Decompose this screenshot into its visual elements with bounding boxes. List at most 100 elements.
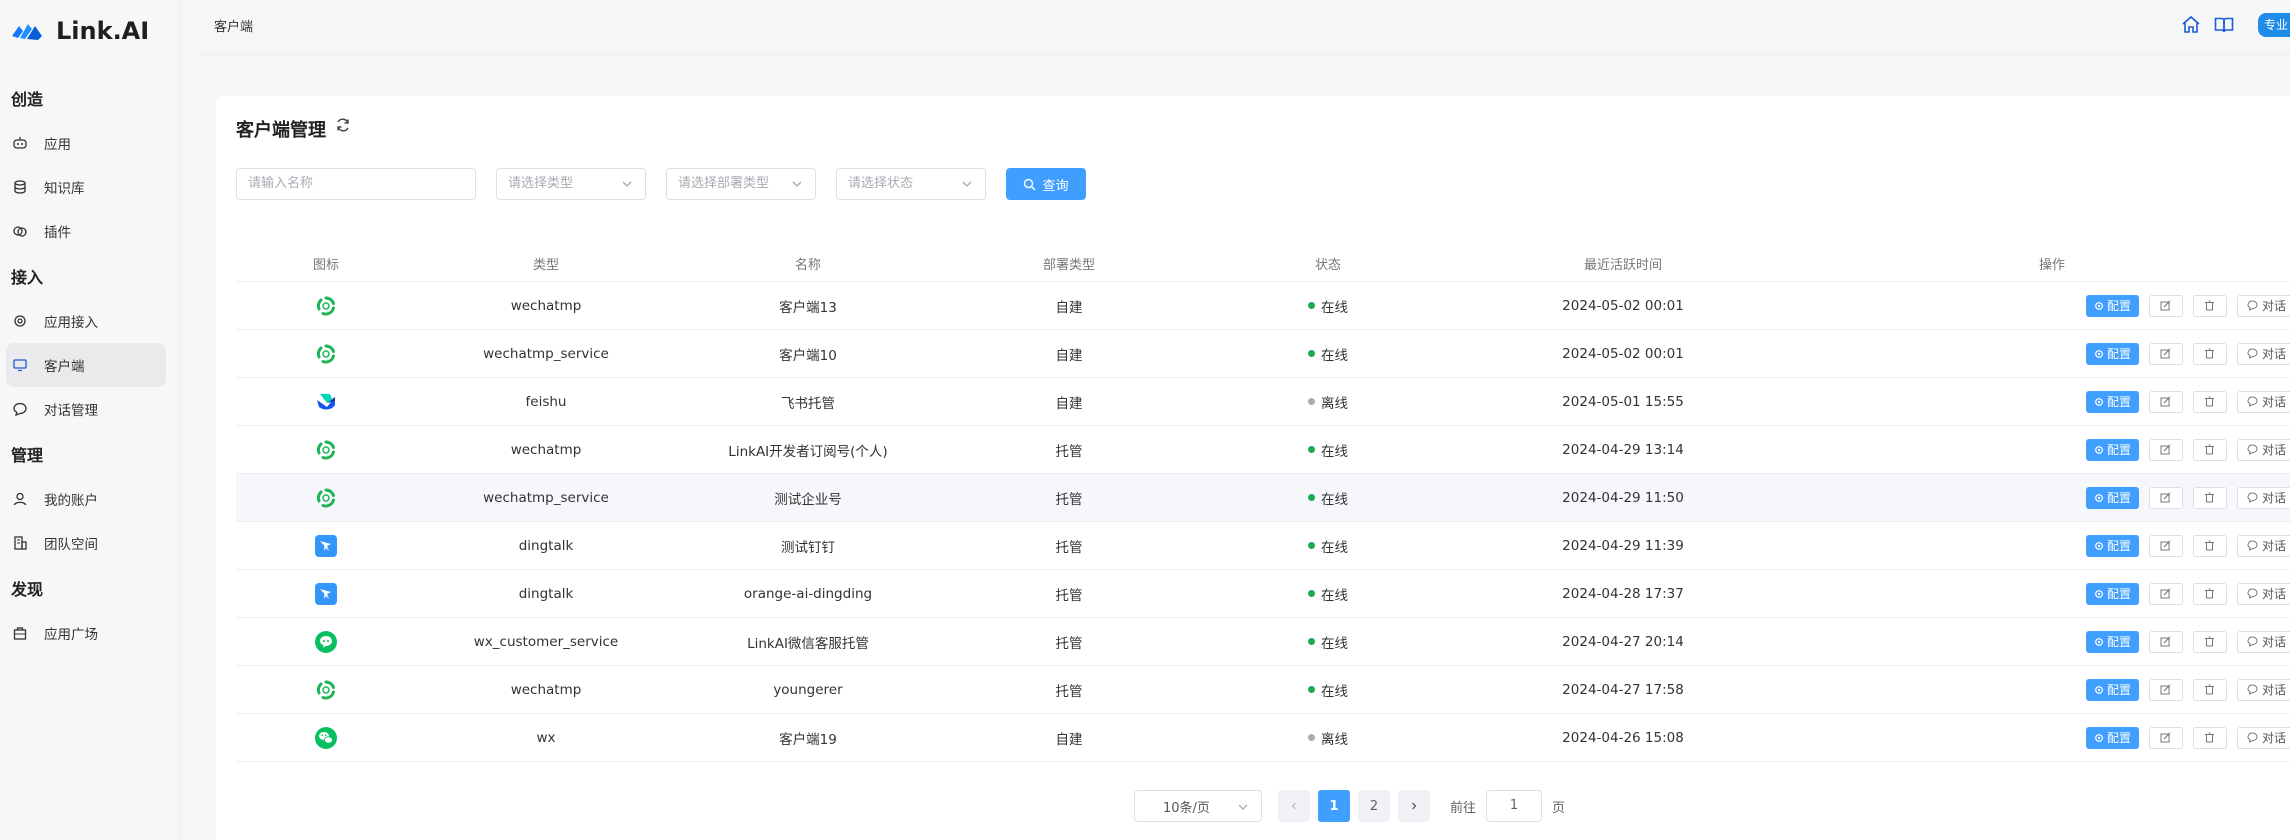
edit-button[interactable] xyxy=(2148,534,2183,557)
delete-button[interactable] xyxy=(2192,534,2227,557)
chat-button[interactable]: 对话 xyxy=(2236,438,2290,461)
sidebar-item-knowledge[interactable]: 知识库 xyxy=(6,165,166,209)
sidebar-item-team[interactable]: 团队空间 xyxy=(6,521,166,565)
query-button[interactable]: 查询 xyxy=(1006,168,1086,200)
wx-service-icon xyxy=(314,630,338,654)
row-name: LinkAI开发者订阅号(个人) xyxy=(728,443,888,460)
row-type: wechatmp xyxy=(510,441,582,458)
edit-button[interactable] xyxy=(2148,486,2183,509)
upgrade-button[interactable]: 专业 xyxy=(2258,13,2290,37)
edit-button[interactable] xyxy=(2148,342,2183,365)
row-icon-cell xyxy=(236,282,416,329)
deploy-type-select[interactable]: 请选择部署类型 xyxy=(666,168,816,200)
sidebar-item-plugins[interactable]: 插件 xyxy=(6,209,166,253)
sidebar-item-clients[interactable]: 客户端 xyxy=(6,343,166,387)
config-button[interactable]: 配置 xyxy=(2085,630,2139,653)
row-icon-cell xyxy=(236,330,416,377)
chat-button[interactable]: 对话 xyxy=(2236,582,2290,605)
config-button[interactable]: 配置 xyxy=(2085,726,2139,749)
chat-bubble-icon xyxy=(2247,540,2258,551)
edit-button[interactable] xyxy=(2148,630,2183,653)
chevron-left-icon xyxy=(1291,802,1296,810)
page-title: 客户端管理 xyxy=(236,120,326,141)
chat-button[interactable]: 对话 xyxy=(2236,534,2290,557)
sidebar-item-conversations[interactable]: 对话管理 xyxy=(6,387,166,431)
delete-button[interactable] xyxy=(2192,294,2227,317)
delete-button[interactable] xyxy=(2192,582,2227,605)
status-dot xyxy=(1308,590,1315,597)
edit-button[interactable] xyxy=(2148,582,2183,605)
delete-button[interactable] xyxy=(2192,342,2227,365)
page-button-1[interactable]: 1 xyxy=(1318,790,1350,822)
section-discover: 发现 xyxy=(11,580,44,599)
row-name: LinkAI微信客服托管 xyxy=(747,635,869,652)
config-button[interactable]: 配置 xyxy=(2085,390,2139,413)
next-page-button[interactable] xyxy=(1398,790,1430,822)
sidebar-item-account[interactable]: 我的账户 xyxy=(6,477,166,521)
goto-page-input[interactable]: 1 xyxy=(1486,790,1542,822)
delete-button[interactable] xyxy=(2192,678,2227,701)
row-name: 客户端10 xyxy=(779,347,837,364)
row-icon-cell xyxy=(236,570,416,617)
config-button[interactable]: 配置 xyxy=(2085,294,2139,317)
edit-button[interactable] xyxy=(2148,678,2183,701)
config-button[interactable]: 配置 xyxy=(2085,342,2139,365)
refresh-icon[interactable] xyxy=(334,116,352,134)
name-search-input[interactable]: 请输入名称 xyxy=(236,168,476,200)
chat-button[interactable]: 对话 xyxy=(2236,294,2290,317)
wechatmp-icon xyxy=(314,342,338,366)
delete-button[interactable] xyxy=(2192,726,2227,749)
config-button[interactable]: 配置 xyxy=(2085,486,2139,509)
user-icon xyxy=(12,491,28,507)
chat-button[interactable]: 对话 xyxy=(2236,630,2290,653)
sidebar-item-apps[interactable]: 应用 xyxy=(6,121,166,165)
row-last-active: 2024-04-26 15:08 xyxy=(1562,729,1684,746)
home-icon[interactable] xyxy=(2180,14,2202,36)
docs-icon[interactable] xyxy=(2213,14,2235,36)
gear-icon xyxy=(2095,733,2103,742)
chat-button[interactable]: 对话 xyxy=(2236,390,2290,413)
gear-icon xyxy=(2095,397,2103,406)
config-button[interactable]: 配置 xyxy=(2085,438,2139,461)
status-select[interactable]: 请选择状态 xyxy=(836,168,986,200)
config-label: 配置 xyxy=(2106,539,2131,553)
delete-button[interactable] xyxy=(2192,390,2227,413)
delete-button[interactable] xyxy=(2192,486,2227,509)
edit-button[interactable] xyxy=(2148,390,2183,413)
row-deploy-type: 托管 xyxy=(1055,587,1083,604)
config-button[interactable]: 配置 xyxy=(2085,678,2139,701)
row-status-text: 在线 xyxy=(1321,443,1348,460)
chat-button[interactable]: 对话 xyxy=(2236,486,2290,509)
chat-button[interactable]: 对话 xyxy=(2236,342,2290,365)
row-status-text: 在线 xyxy=(1321,299,1348,316)
prev-page-button[interactable] xyxy=(1278,790,1310,822)
wechatmp-icon xyxy=(314,678,338,702)
chat-bubble-icon xyxy=(2247,348,2258,359)
col-deploy-type: 部署类型 xyxy=(1042,258,1095,273)
page-size-select[interactable]: 10条/页 xyxy=(1134,790,1262,822)
row-status: 在线 xyxy=(1198,666,1458,713)
row-status-text: 在线 xyxy=(1321,683,1348,700)
type-select[interactable]: 请选择类型 xyxy=(496,168,646,200)
chat-icon xyxy=(12,401,28,417)
delete-button[interactable] xyxy=(2192,630,2227,653)
edit-button[interactable] xyxy=(2148,438,2183,461)
sidebar-item-app-store[interactable]: 应用广场 xyxy=(6,611,166,655)
chat-button[interactable]: 对话 xyxy=(2236,678,2290,701)
page-button-2[interactable]: 2 xyxy=(1358,790,1390,822)
row-last-active: 2024-04-27 20:14 xyxy=(1562,633,1684,650)
row-status-text: 在线 xyxy=(1321,539,1348,556)
config-button[interactable]: 配置 xyxy=(2085,534,2139,557)
config-button[interactable]: 配置 xyxy=(2085,582,2139,605)
chat-button[interactable]: 对话 xyxy=(2236,726,2290,749)
trash-icon xyxy=(2205,300,2215,311)
edit-button[interactable] xyxy=(2148,726,2183,749)
edit-button[interactable] xyxy=(2148,294,2183,317)
sidebar-item-app-access[interactable]: 应用接入 xyxy=(6,299,166,343)
row-actions: 配置 对话 xyxy=(1788,426,2290,473)
row-last-active: 2024-04-29 13:14 xyxy=(1562,441,1684,458)
logo[interactable]: Link.AI xyxy=(10,14,149,48)
section-manage: 管理 xyxy=(11,446,44,465)
delete-button[interactable] xyxy=(2192,438,2227,461)
row-name: 测试企业号 xyxy=(774,491,842,508)
